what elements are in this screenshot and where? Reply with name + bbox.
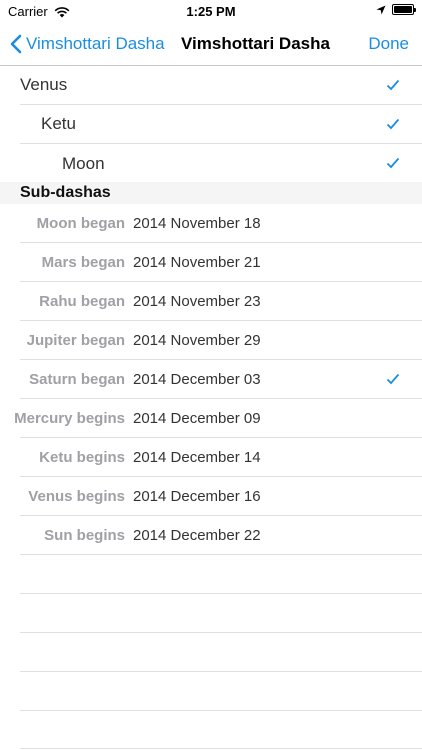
- subdasha-date: 2014 December 16: [133, 487, 261, 505]
- checkmark-icon: [386, 373, 400, 385]
- subdasha-row[interactable]: Ketu begins 2014 December 14: [20, 438, 422, 477]
- subdasha-row[interactable]: Jupiter began 2014 November 29: [20, 321, 422, 360]
- subdasha-row[interactable]: Mercury begins 2014 December 09: [14, 399, 422, 438]
- checkmark-icon: [386, 157, 400, 169]
- subdasha-date: 2014 November 29: [133, 331, 261, 349]
- subdasha-row[interactable]: Saturn began 2014 December 03: [20, 360, 422, 399]
- empty-row: [20, 594, 422, 633]
- location-arrow-icon: [376, 5, 386, 14]
- status-bar: Carrier 1:25 PM: [0, 0, 422, 22]
- subdasha-date: 2014 November 18: [133, 214, 261, 232]
- subdasha-date: 2014 November 23: [133, 292, 261, 310]
- empty-row: [20, 555, 422, 594]
- done-button[interactable]: Done: [368, 22, 409, 66]
- subdasha-label: Mars began: [41, 253, 125, 271]
- subdasha-row[interactable]: Venus begins 2014 December 16: [20, 477, 422, 516]
- subdasha-row[interactable]: Sun begins 2014 December 22: [20, 516, 422, 555]
- page-title: Vimshottari Dasha: [181, 34, 330, 53]
- subdasha-row[interactable]: Rahu began 2014 November 23: [20, 282, 422, 321]
- subdasha-date: 2014 December 14: [133, 448, 261, 466]
- checkmark-icon: [386, 79, 400, 91]
- subdasha-row[interactable]: Mars began 2014 November 21: [20, 243, 422, 282]
- empty-row: [20, 710, 422, 749]
- dasha-row-level-2[interactable]: Ketu: [20, 105, 422, 144]
- subdasha-date: 2014 December 22: [133, 526, 261, 544]
- subdasha-date: 2014 November 21: [133, 253, 261, 271]
- subdasha-date: 2014 December 09: [133, 409, 261, 427]
- subdasha-label: Ketu begins: [39, 448, 125, 466]
- subdasha-label: Sun begins: [44, 526, 125, 544]
- empty-row: [20, 672, 422, 711]
- battery-fill: [394, 6, 412, 13]
- back-button[interactable]: Vimshottari Dasha: [10, 22, 165, 66]
- subdasha-row[interactable]: Moon began 2014 November 18: [20, 204, 422, 243]
- dasha-row-level-1[interactable]: Venus: [20, 66, 422, 105]
- status-time: 1:25 PM: [186, 4, 236, 19]
- checkmark-icon: [386, 118, 400, 130]
- dasha-row-level-3[interactable]: Moon: [20, 144, 422, 183]
- section-header: Sub-dashas: [0, 182, 422, 204]
- dasha-label: Ketu: [41, 114, 76, 133]
- subdasha-label: Venus begins: [28, 487, 125, 505]
- navigation-bar: Vimshottari Dasha Vimshottari Dasha Done: [0, 22, 422, 66]
- dasha-label: Venus: [20, 75, 68, 94]
- subdasha-label: Moon began: [36, 214, 125, 232]
- dasha-label: Moon: [62, 153, 105, 173]
- subdasha-label: Mercury begins: [14, 409, 125, 427]
- back-button-label: Vimshottari Dasha: [26, 34, 165, 53]
- subdasha-label: Saturn began: [29, 370, 125, 388]
- empty-row: [20, 633, 422, 672]
- battery-icon: [392, 4, 416, 15]
- subdasha-label: Jupiter began: [26, 331, 125, 349]
- chevron-left-icon: [10, 34, 22, 54]
- status-right: [376, 4, 416, 15]
- subdasha-label: Rahu began: [39, 292, 125, 310]
- section-title: Sub-dashas: [20, 184, 111, 201]
- subdasha-date: 2014 December 03: [133, 370, 261, 388]
